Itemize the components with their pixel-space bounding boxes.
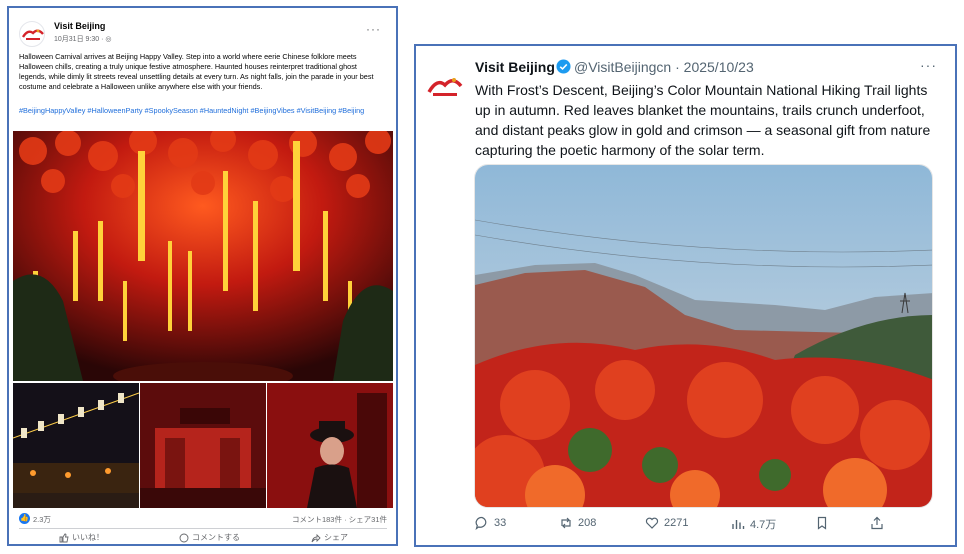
facebook-post-card: Visit Beijing 10月31日 9:30 · ◎ ··· Hallow… bbox=[7, 6, 398, 546]
bookmark-icon bbox=[817, 516, 827, 530]
view-count: 4.7万 bbox=[750, 519, 777, 531]
page-name[interactable]: Visit Beijing bbox=[54, 21, 105, 31]
more-options-button[interactable]: ··· bbox=[920, 57, 937, 73]
like-button[interactable]: いいね！ bbox=[59, 532, 104, 543]
globe-icon: ◎ bbox=[105, 36, 112, 43]
reaction-count[interactable]: 2.3万 bbox=[33, 514, 51, 525]
night-street-photo[interactable] bbox=[13, 383, 139, 508]
autumn-mountain-photo[interactable] bbox=[474, 164, 933, 508]
comment-button[interactable]: コメントする bbox=[179, 532, 240, 543]
bookmark-button[interactable] bbox=[815, 516, 829, 530]
share-arrow-icon bbox=[311, 533, 321, 542]
engagement-stats: 👍 2.3万 コメント183件 · シェア31件 bbox=[19, 513, 387, 525]
lantern-corridor-photo[interactable] bbox=[13, 131, 393, 381]
haunted-shrine-photo[interactable] bbox=[140, 383, 266, 508]
visit-beijing-logo bbox=[427, 78, 463, 96]
verified-badge-icon bbox=[556, 59, 571, 74]
more-options-button[interactable]: ··· bbox=[366, 22, 381, 36]
retweet-icon bbox=[561, 517, 571, 529]
visit-beijing-logo bbox=[21, 29, 44, 40]
separator-dot: · bbox=[101, 36, 104, 43]
retweet-count: 208 bbox=[578, 517, 597, 529]
comment-label: コメントする bbox=[192, 533, 240, 542]
thumbs-up-icon bbox=[59, 533, 69, 542]
post-action-bar: いいね！ コメントする シェア bbox=[19, 532, 387, 544]
post-timestamp[interactable]: 10月31日 9:30 · ◎ bbox=[54, 34, 112, 44]
share-button[interactable]: シェア bbox=[311, 532, 348, 543]
page-avatar[interactable] bbox=[19, 21, 45, 47]
like-count: 2271 bbox=[664, 517, 689, 529]
share-label: シェア bbox=[324, 533, 348, 542]
mountain-illustration bbox=[475, 165, 932, 507]
photo-thumbnails bbox=[13, 383, 393, 508]
tweet-action-bar: 33 208 2271 4.7万 bbox=[475, 516, 895, 534]
post-hashtags[interactable]: #BeijingHappyValley #HalloweenParty #Spo… bbox=[19, 106, 385, 116]
like-reaction-icon: 👍 bbox=[19, 513, 30, 524]
like-label: いいね！ bbox=[72, 533, 104, 542]
tweet-text: With Frost’s Descent, Beijing’s Color Mo… bbox=[475, 82, 931, 158]
action-divider bbox=[19, 528, 387, 529]
comment-share-count[interactable]: コメント183件 · シェア31件 bbox=[292, 514, 387, 525]
comment-bubble-icon bbox=[179, 533, 189, 542]
reply-count: 33 bbox=[494, 517, 507, 529]
costumed-performer-photo[interactable] bbox=[267, 383, 393, 508]
share-upload-icon bbox=[871, 516, 883, 530]
post-body: Halloween Carnival arrives at Beijing Ha… bbox=[19, 52, 374, 91]
share-button[interactable] bbox=[870, 516, 884, 530]
account-avatar[interactable] bbox=[423, 66, 467, 110]
views-button[interactable]: 4.7万 bbox=[731, 516, 776, 532]
analytics-bar-icon bbox=[732, 520, 745, 529]
lantern-photo-illustration bbox=[13, 131, 393, 381]
heart-icon bbox=[645, 517, 659, 529]
reply-button[interactable]: 33 bbox=[475, 516, 506, 530]
like-button[interactable]: 2271 bbox=[645, 516, 688, 530]
tweet-card: Visit Beijing @VisitBeijingcn · 2025/10/… bbox=[414, 44, 957, 547]
display-name[interactable]: Visit Beijing bbox=[475, 59, 555, 75]
post-header: Visit Beijing 10月31日 9:30 · ◎ ··· bbox=[19, 19, 387, 47]
reply-bubble-icon bbox=[475, 516, 487, 530]
performer-illustration bbox=[267, 383, 393, 508]
retweet-button[interactable]: 208 bbox=[559, 516, 596, 530]
post-date[interactable]: 10月31日 9:30 bbox=[54, 36, 99, 43]
haunted-shrine-illustration bbox=[140, 383, 266, 508]
handle-and-date[interactable]: @VisitBeijingcn · 2025/10/23 bbox=[574, 59, 754, 75]
night-street-illustration bbox=[13, 383, 139, 508]
